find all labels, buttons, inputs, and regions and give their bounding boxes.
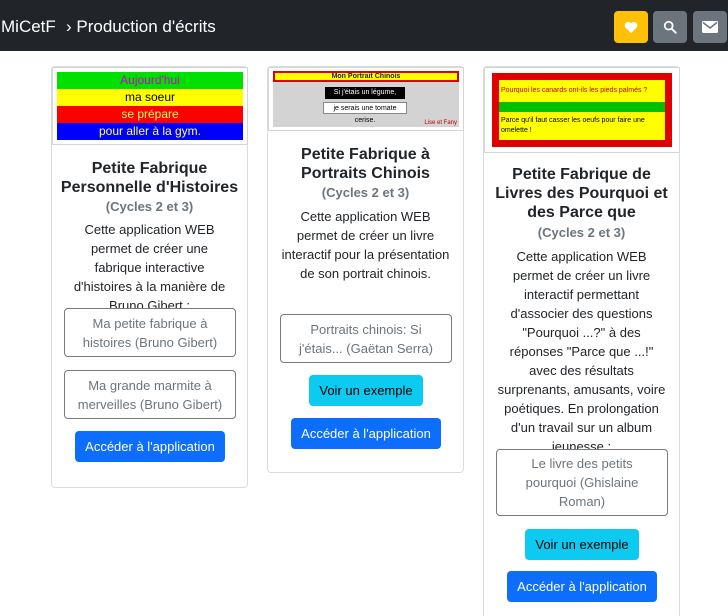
thumb-line-2: je serais une tomate cerise. (323, 102, 407, 124)
example-button[interactable]: Voir un exemple (309, 375, 423, 406)
book-link[interactable]: Portraits chinois: Si j'étais... (Gaëtan… (280, 314, 452, 363)
open-app-button[interactable]: Accéder à l'application (75, 431, 225, 462)
favorites-button[interactable] (614, 11, 648, 43)
mail-icon (702, 21, 718, 33)
thumb-signature: Lise et Fany (424, 120, 457, 126)
thumbnail-histoires[interactable]: Aujourd'hui ma soeur se prépare pour all… (52, 67, 248, 145)
card-pourquoi: Pourquoi les canards ont-ils les pieds p… (483, 66, 680, 616)
thumb-line-1: Si j'étais un légume, (325, 87, 405, 99)
thumb-line-1: Aujourd'hui (57, 72, 243, 89)
thumb-line-4: pour aller à la gym. (57, 123, 243, 140)
mail-button[interactable] (693, 11, 727, 43)
card-title: Petite Fabrique de Livres des Pourquoi e… (495, 166, 668, 221)
card-title: Petite Fabrique à Portraits Chinois (301, 146, 430, 182)
card-description: Cette application WEB permet de créer un… (497, 249, 666, 454)
thumb-question: Pourquoi les canards ont-ils les pieds p… (499, 80, 665, 102)
brand-link[interactable]: MiCetF (1, 17, 56, 37)
heart-icon (624, 21, 638, 33)
thumb-line-3: se prépare (57, 106, 243, 123)
open-app-button[interactable]: Accéder à l'application (507, 571, 657, 602)
example-button[interactable]: Voir un exemple (525, 529, 639, 560)
card-cycles: (Cycles 2 et 3) (321, 185, 410, 200)
card-description: Cette application WEB permet de créer un… (281, 209, 450, 281)
thumb-answer: Parce qu'il faut casser les oeufs pour f… (499, 112, 665, 140)
breadcrumb: › Production d'écrits (66, 17, 216, 36)
book-link[interactable]: Ma grande marmite à merveilles (Bruno Gi… (64, 370, 236, 419)
card-cycles: (Cycles 2 et 3) (537, 225, 626, 240)
search-button[interactable] (653, 11, 687, 43)
card-title: Petite Fabrique Personnelle d'Histoires (60, 160, 239, 196)
thumb-header: Mon Portrait Chinois (273, 71, 459, 82)
search-icon (663, 20, 677, 34)
navbar: MiCetF › Production d'écrits (0, 0, 728, 51)
book-link[interactable]: Ma petite fabrique à histoires (Bruno Gi… (64, 308, 236, 357)
card-histoires: Aujourd'hui ma soeur se prépare pour all… (51, 66, 248, 488)
thumbnail-portraits[interactable]: Mon Portrait Chinois Si j'étais un légum… (268, 67, 464, 131)
thumb-line-2: ma soeur (57, 89, 243, 106)
card-description: Cette application WEB permet de créer un… (73, 222, 226, 313)
card-cycles: (Cycles 2 et 3) (105, 199, 194, 214)
open-app-button[interactable]: Accéder à l'application (291, 418, 441, 449)
book-link[interactable]: Le livre des petits pourquoi (Ghislaine … (496, 449, 668, 516)
thumbnail-pourquoi[interactable]: Pourquoi les canards ont-ils les pieds p… (484, 67, 680, 153)
card-portraits: Mon Portrait Chinois Si j'étais un légum… (267, 66, 464, 473)
